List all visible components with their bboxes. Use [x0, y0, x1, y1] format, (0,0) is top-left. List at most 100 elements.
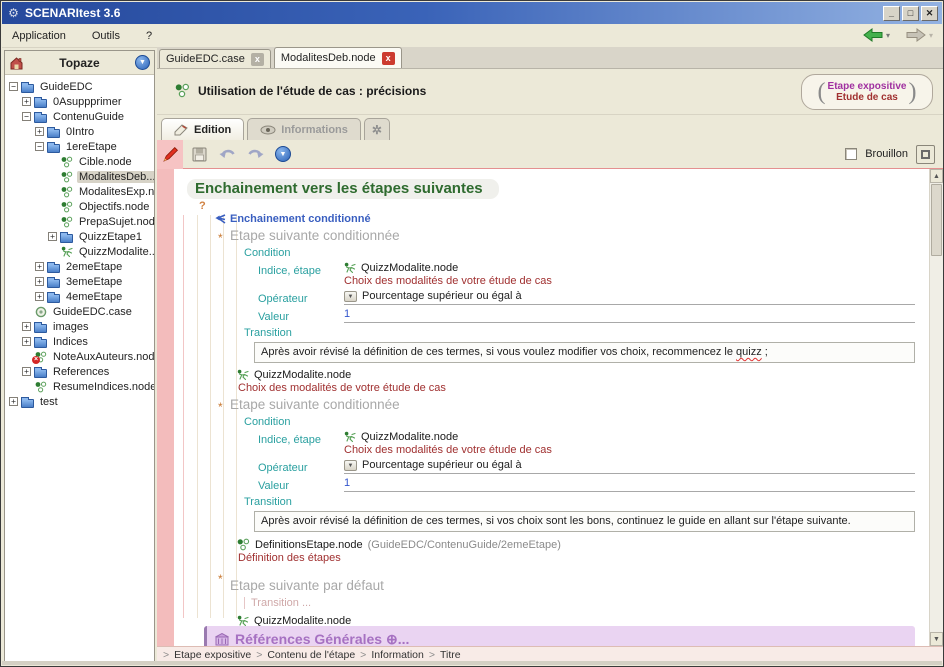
field-label: Indice, étape: [258, 262, 344, 287]
value-input[interactable]: 1: [344, 477, 915, 492]
tree-item-1ereetape[interactable]: − 1ereEtape: [9, 139, 152, 154]
collapse-icon[interactable]: −: [9, 82, 18, 91]
references-generales-bar[interactable]: Références Générales ⊕...: [204, 626, 915, 646]
redo-icon[interactable]: [243, 143, 267, 165]
node-description: Choix des modalités de votre étude de ca…: [344, 444, 915, 456]
quizz-icon: [61, 246, 73, 258]
field-label: Valeur: [258, 477, 344, 492]
tree-item-references[interactable]: + References: [9, 364, 152, 379]
expand-icon[interactable]: +: [9, 397, 18, 406]
expand-icon[interactable]: +: [35, 127, 44, 136]
node-reference[interactable]: QuizzModalite.node: [344, 431, 915, 443]
fullscreen-button[interactable]: [916, 145, 935, 164]
tree-item-guideedc-case[interactable]: GuideEDC.case: [9, 304, 152, 319]
expand-icon[interactable]: +: [22, 97, 31, 106]
tree-item-0asuppprimer[interactable]: + 0Asuppprimer: [9, 94, 152, 109]
tree-item-2emeetape[interactable]: + 2emeEtape: [9, 259, 152, 274]
scrollbar-thumb[interactable]: [931, 184, 942, 256]
tree-item-indices[interactable]: + Indices: [9, 334, 152, 349]
tree-item-prepasujet[interactable]: PrepaSujet.node: [9, 214, 152, 229]
tree-item-quizzmodalite[interactable]: QuizzModalite....: [9, 244, 152, 259]
scroll-down-icon[interactable]: ▼: [930, 632, 943, 646]
back-dropdown-icon[interactable]: ▾: [886, 31, 890, 40]
draft-checkbox[interactable]: [845, 148, 857, 160]
edit-toolbar: ▼ Brouillon: [157, 140, 943, 169]
step-node-reference-2: DefinitionsEtape.node (GuideEDC/ContenuG…: [237, 538, 929, 564]
tree-item-contenuguide[interactable]: − ContenuGuide: [9, 109, 152, 124]
edit-mode-indicator[interactable]: [157, 140, 183, 169]
expand-plus-icon[interactable]: ⊕...: [386, 631, 409, 647]
help-marker[interactable]: ?: [199, 200, 929, 212]
minimize-button[interactable]: _: [883, 6, 900, 21]
menu-help[interactable]: ?: [146, 30, 152, 42]
close-button[interactable]: ✕: [921, 6, 938, 21]
transition-textbox[interactable]: Après avoir révisé la définition de ces …: [254, 342, 915, 363]
node-reference[interactable]: QuizzModalite.node: [237, 369, 929, 381]
breadcrumb-item-contenu[interactable]: Contenu de l'étape: [267, 649, 355, 661]
expand-icon[interactable]: +: [35, 277, 44, 286]
tree-item-modalitesdeb-selected[interactable]: ModalitesDeb....: [9, 169, 152, 184]
conditional-chain-link[interactable]: Enchainement conditionné: [215, 213, 929, 225]
node-reference[interactable]: DefinitionsEtape.node (GuideEDC/ContenuG…: [237, 538, 929, 551]
tab-modalitesdeb-node[interactable]: ModalitesDeb.node x: [274, 47, 402, 68]
sidebar-menu-icon[interactable]: ▼: [135, 55, 150, 70]
actions-dropdown-icon[interactable]: ▼: [271, 143, 295, 165]
tree-item-resumeindices[interactable]: ResumeIndices.node: [9, 379, 152, 394]
expand-icon[interactable]: +: [35, 292, 44, 301]
node-icon: [61, 201, 73, 213]
save-button[interactable]: [187, 143, 211, 165]
transition-textbox[interactable]: Après avoir révisé la définition de ces …: [254, 511, 915, 532]
tab-guideedc-case[interactable]: GuideEDC.case x: [159, 49, 271, 68]
tree-item-guideedc[interactable]: − GuideEDC: [9, 79, 152, 94]
tree-item-modalitesexp[interactable]: ModalitesExp.n...: [9, 184, 152, 199]
dropdown-icon: ▼: [344, 291, 357, 302]
maximize-button[interactable]: □: [902, 6, 919, 21]
forward-icon[interactable]: [906, 28, 926, 42]
breadcrumb-item-titre[interactable]: Titre: [440, 649, 461, 661]
close-tab-icon[interactable]: x: [382, 52, 395, 65]
tree-item-test[interactable]: + test: [9, 394, 152, 409]
forward-dropdown-icon[interactable]: ▾: [929, 31, 933, 40]
folder-icon: [47, 141, 60, 153]
file-tree: − GuideEDC + 0Asuppprimer − ContenuGuide…: [5, 75, 154, 411]
conditional-step-block-1: * Etape suivante conditionnée Condition …: [174, 228, 929, 363]
transition-placeholder[interactable]: Transition ...: [244, 597, 929, 609]
expand-icon[interactable]: +: [48, 232, 57, 241]
tab-advanced[interactable]: ✲: [364, 118, 390, 140]
scroll-up-icon[interactable]: ▲: [930, 169, 943, 183]
expand-icon[interactable]: +: [22, 322, 31, 331]
value-input[interactable]: 1: [344, 308, 915, 323]
collapse-icon[interactable]: −: [35, 142, 44, 151]
transition-label: Transition: [244, 327, 929, 339]
step-node-reference-1: QuizzModalite.node Choix des modalités d…: [237, 369, 929, 394]
tree-item-objectifs[interactable]: Objectifs.node: [9, 199, 152, 214]
tree-item-images[interactable]: + images: [9, 319, 152, 334]
workshop-icon[interactable]: [9, 56, 24, 70]
tab-informations[interactable]: Informations: [247, 118, 361, 140]
tree-item-0intro[interactable]: + 0Intro: [9, 124, 152, 139]
menu-application[interactable]: Application: [12, 30, 66, 42]
expand-icon[interactable]: +: [22, 367, 31, 376]
operator-select[interactable]: ▼ Pourcentage supérieur ou égal à: [344, 459, 915, 474]
close-tab-icon[interactable]: x: [251, 53, 264, 66]
breadcrumb-item-information[interactable]: Information: [371, 649, 424, 661]
expand-icon[interactable]: +: [22, 337, 31, 346]
gear-icon: ✲: [372, 123, 382, 137]
tree-item-cible[interactable]: Cible.node: [9, 154, 152, 169]
tree-item-3emeetape[interactable]: + 3emeEtape: [9, 274, 152, 289]
operator-select[interactable]: ▼ Pourcentage supérieur ou égal à: [344, 290, 915, 305]
node-icon: [61, 216, 73, 228]
tree-item-noteauxauteurs[interactable]: × NoteAuxAuteurs.node: [9, 349, 152, 364]
expand-icon[interactable]: +: [35, 262, 44, 271]
node-reference[interactable]: QuizzModalite.node: [344, 262, 915, 274]
tree-item-4emeetape[interactable]: + 4emeEtape: [9, 289, 152, 304]
tab-edition[interactable]: Edition: [161, 118, 244, 140]
menu-outils[interactable]: Outils: [92, 30, 120, 42]
breadcrumb-item-etape-expositive[interactable]: Etape expositive: [174, 649, 251, 661]
tree-item-quizzetape1[interactable]: + QuizzEtape1: [9, 229, 152, 244]
quizz-icon: [344, 262, 356, 274]
vertical-scrollbar[interactable]: ▲ ▼: [929, 169, 943, 646]
collapse-icon[interactable]: −: [22, 112, 31, 121]
undo-icon[interactable]: [215, 143, 239, 165]
back-icon[interactable]: [863, 28, 883, 42]
